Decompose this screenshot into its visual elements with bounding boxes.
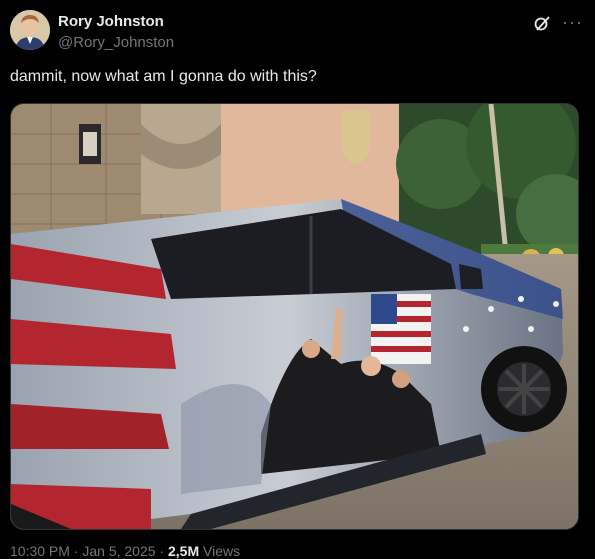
more-icon[interactable]: ··· — [562, 12, 583, 33]
grok-icon[interactable] — [533, 14, 551, 32]
author-handle[interactable]: @Rory_Johnston — [58, 34, 174, 51]
view-count: 2,5M — [167, 543, 200, 559]
post-footer: 10:30 PM · Jan 5, 2025 · 2,5M Views — [10, 543, 240, 559]
views-label: Views — [199, 543, 241, 559]
post-text: dammit, now what am I gonna do with this… — [10, 68, 317, 85]
cybertruck-photo — [11, 104, 578, 529]
post-image[interactable] — [10, 103, 579, 530]
avatar[interactable] — [10, 10, 50, 50]
post-header: Rory Johnston @Rory_Johnston ··· — [10, 10, 585, 54]
author-name[interactable]: Rory Johnston — [58, 13, 164, 30]
post-timestamp[interactable]: 10:30 PM · Jan 5, 2025 · — [10, 543, 168, 559]
